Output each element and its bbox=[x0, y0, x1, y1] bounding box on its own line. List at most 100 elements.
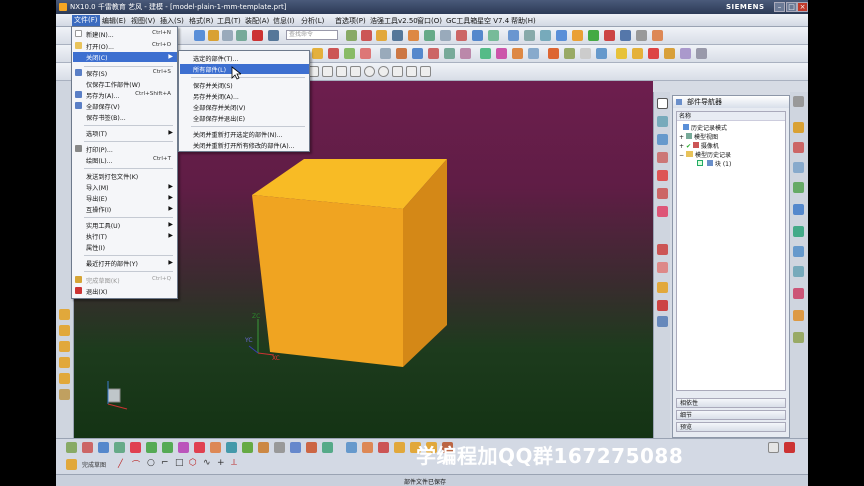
pattern-icon[interactable] bbox=[488, 30, 499, 41]
menu-window[interactable]: 窗口(O) bbox=[417, 16, 442, 26]
select-icon[interactable] bbox=[657, 98, 668, 109]
menu-item-save-as[interactable]: 另存为(A)... bbox=[86, 91, 120, 100]
web-tab-icon[interactable] bbox=[793, 226, 804, 237]
snap-icon[interactable] bbox=[664, 48, 675, 59]
command-search-input[interactable]: 查找命令 bbox=[286, 30, 338, 40]
mold-icon[interactable] bbox=[657, 282, 668, 293]
maximize-button[interactable]: □ bbox=[786, 2, 797, 12]
submenu-item-reopen-selected[interactable]: 关闭并重新打开选定的部件(N)... bbox=[193, 130, 283, 139]
close-window-button[interactable]: × bbox=[797, 2, 808, 12]
undo-icon[interactable] bbox=[194, 30, 205, 41]
menu-gc-toolkit[interactable]: GC工具箱 bbox=[446, 16, 477, 26]
edit-feature-icon[interactable] bbox=[657, 188, 668, 199]
derive-line-icon[interactable] bbox=[306, 442, 317, 453]
column-header-name[interactable]: 名称 bbox=[677, 112, 785, 121]
system-scene-icon[interactable] bbox=[793, 332, 804, 343]
sketch-spline-icon[interactable]: ∿ bbox=[203, 458, 211, 468]
text-icon[interactable] bbox=[580, 48, 591, 59]
mirror-icon[interactable] bbox=[460, 48, 471, 59]
fillet-icon[interactable] bbox=[322, 442, 333, 453]
emboss-icon[interactable] bbox=[496, 48, 507, 59]
snap-quadrant-icon[interactable] bbox=[378, 66, 389, 77]
process-studio-icon[interactable] bbox=[793, 288, 804, 299]
menu-preferences[interactable]: 首选项(P) bbox=[335, 16, 366, 26]
menu-item-recent-parts[interactable]: 最近打开的部件(Y) bbox=[86, 259, 138, 268]
align-icon[interactable] bbox=[178, 442, 189, 453]
menu-tools[interactable]: 工具(T) bbox=[217, 16, 241, 26]
snap-on-face-icon[interactable] bbox=[420, 66, 431, 77]
sketch-rectangle-icon[interactable]: □ bbox=[175, 458, 184, 468]
trim-body-icon[interactable] bbox=[396, 48, 407, 59]
section-dependencies[interactable]: 相依性 bbox=[676, 398, 786, 408]
reuse-library-icon[interactable] bbox=[59, 341, 70, 352]
menu-item-save[interactable]: 保存(S) bbox=[86, 69, 107, 78]
menu-item-export[interactable]: 导出(E) bbox=[86, 194, 107, 203]
section-preview[interactable]: 预览 bbox=[676, 422, 786, 432]
sheet-metal-icon[interactable] bbox=[657, 316, 668, 327]
menu-analysis[interactable]: 分析(L) bbox=[301, 16, 324, 26]
web-browser-icon[interactable] bbox=[59, 389, 70, 400]
thread-icon[interactable] bbox=[480, 48, 491, 59]
menu-item-save-all[interactable]: 全部保存(V) bbox=[86, 102, 120, 111]
snap-on-curve-icon[interactable] bbox=[406, 66, 417, 77]
analysis-icon[interactable] bbox=[604, 30, 615, 41]
sketch-tool-icon[interactable] bbox=[66, 442, 77, 453]
menu-item-execute[interactable]: 执行(T) bbox=[86, 232, 107, 241]
next-arrow-icon[interactable] bbox=[146, 442, 157, 453]
menu-item-interoperate[interactable]: 互操作(I) bbox=[86, 205, 111, 214]
menu-item-close[interactable]: 关闭(C) bbox=[86, 53, 108, 62]
submenu-item-selected-parts[interactable]: 选定的部件(T)... bbox=[193, 54, 238, 63]
arc-icon[interactable] bbox=[114, 442, 125, 453]
menu-item-import[interactable]: 导入(M) bbox=[86, 183, 109, 192]
curve-ops-icon[interactable] bbox=[657, 206, 668, 217]
menu-item-send-to-package[interactable]: 发送到打包文件(K) bbox=[86, 172, 138, 181]
checkbox-icon[interactable] bbox=[697, 160, 703, 166]
collapse-minus-icon[interactable]: − bbox=[679, 152, 684, 159]
surface-icon[interactable] bbox=[596, 48, 607, 59]
quick-extend-icon[interactable] bbox=[362, 442, 373, 453]
constraint-navigator-icon[interactable] bbox=[59, 373, 70, 384]
tree-row-history-mode[interactable]: 历史记录模式 bbox=[683, 123, 727, 132]
tree-row-block-feature[interactable]: 块 (1) bbox=[697, 159, 731, 168]
show-hide-icon[interactable] bbox=[588, 30, 599, 41]
cone-icon[interactable] bbox=[344, 48, 355, 59]
snap-intersection-icon[interactable] bbox=[350, 66, 361, 77]
boolean-icon[interactable] bbox=[424, 30, 435, 41]
selection-filter-icon[interactable] bbox=[680, 48, 691, 59]
layer-icon[interactable] bbox=[636, 30, 647, 41]
expand-plus-icon[interactable]: + bbox=[679, 134, 684, 141]
constraint-tool-icon[interactable] bbox=[210, 442, 221, 453]
menu-item-exit[interactable]: 退出(X) bbox=[86, 287, 107, 296]
menu-item-options[interactable]: 选项(T) bbox=[86, 129, 107, 138]
submenu-item-all-parts[interactable]: 所有部件(L) bbox=[193, 65, 226, 74]
color-icon[interactable] bbox=[616, 48, 627, 59]
hole-icon[interactable] bbox=[408, 30, 419, 41]
make-corner-icon[interactable] bbox=[378, 442, 389, 453]
help-icon[interactable] bbox=[768, 442, 779, 453]
sync-modeling-icon[interactable] bbox=[657, 152, 668, 163]
sketch-arc-icon[interactable]: ⌒ bbox=[132, 459, 140, 470]
checkmark-icon[interactable]: ✔ bbox=[686, 143, 691, 150]
pmi-icon[interactable] bbox=[657, 244, 668, 255]
submenu-item-save-all-and-exit[interactable]: 全部保存并退出(E) bbox=[193, 114, 245, 123]
sketch-offset-icon[interactable]: ⟂ bbox=[231, 458, 237, 468]
repeat-command-icon[interactable] bbox=[268, 30, 279, 41]
navigator-pin-icon[interactable] bbox=[676, 99, 682, 105]
finish-sketch-icon[interactable] bbox=[66, 459, 77, 470]
settings-icon[interactable] bbox=[793, 96, 804, 107]
snap-midpoint-icon[interactable] bbox=[322, 66, 333, 77]
menu-item-finish-sketch[interactable]: 完成草图(K) bbox=[86, 276, 120, 285]
wcs-icon[interactable] bbox=[652, 30, 663, 41]
rotate-icon[interactable] bbox=[540, 30, 551, 41]
sketch-line-icon[interactable]: ╱ bbox=[118, 459, 123, 468]
cut-icon[interactable] bbox=[208, 30, 219, 41]
tree-row-model-history[interactable]: − 模型历史记录 bbox=[679, 150, 731, 159]
feature-ops-icon[interactable] bbox=[657, 170, 668, 181]
split-body-icon[interactable] bbox=[412, 48, 423, 59]
dimension-icon[interactable] bbox=[226, 442, 237, 453]
snap-center-icon[interactable] bbox=[364, 66, 375, 77]
menu-item-print[interactable]: 打印(P)... bbox=[86, 145, 113, 154]
spline-icon[interactable] bbox=[564, 48, 575, 59]
datum-icon[interactable] bbox=[361, 30, 372, 41]
menu-insert[interactable]: 插入(S) bbox=[160, 16, 184, 26]
